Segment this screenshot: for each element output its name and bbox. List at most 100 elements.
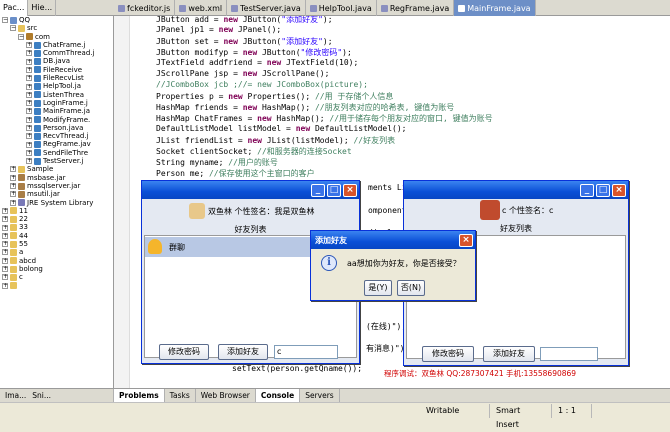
expand-toggle-icon[interactable]: + bbox=[26, 116, 32, 123]
expand-toggle-icon[interactable]: + bbox=[2, 266, 8, 273]
editor-tab[interactable]: MainFrame.java bbox=[454, 0, 536, 16]
tree-node[interactable]: + ModifyFrame. bbox=[0, 116, 113, 124]
tree-node[interactable]: − src bbox=[0, 24, 113, 32]
expand-toggle-icon[interactable]: + bbox=[26, 75, 32, 82]
add-friend-input[interactable] bbox=[540, 347, 598, 361]
expand-toggle-icon[interactable]: − bbox=[18, 33, 24, 40]
tree-node[interactable]: + Person.java bbox=[0, 124, 113, 132]
tree-node[interactable]: + FileRecvList bbox=[0, 74, 113, 82]
tree-node[interactable]: + ListenThrea bbox=[0, 91, 113, 99]
modify-password-button[interactable]: 修改密码 bbox=[422, 346, 474, 362]
close-button[interactable]: × bbox=[612, 183, 626, 197]
expand-toggle-icon[interactable]: + bbox=[2, 207, 8, 214]
tab-problems[interactable]: Problems bbox=[114, 389, 165, 402]
window-title-bar[interactable]: _ □ × bbox=[142, 181, 359, 199]
expand-toggle-icon[interactable]: + bbox=[2, 216, 8, 223]
expand-toggle-icon[interactable]: − bbox=[10, 25, 16, 32]
expand-toggle-icon[interactable]: + bbox=[26, 91, 32, 98]
expand-toggle-icon[interactable]: + bbox=[2, 274, 8, 281]
window-title-bar[interactable]: _ □ × bbox=[404, 181, 628, 199]
tab-tasks[interactable]: Tasks bbox=[165, 389, 196, 402]
tree-node[interactable]: + bolong bbox=[0, 265, 113, 273]
tab-servers[interactable]: Servers bbox=[300, 389, 340, 402]
minimize-button[interactable]: _ bbox=[311, 183, 325, 197]
tab-package-explorer[interactable]: Pac... bbox=[0, 0, 29, 16]
close-button[interactable]: × bbox=[459, 233, 473, 247]
expand-toggle-icon[interactable]: + bbox=[2, 282, 8, 289]
tree-node[interactable]: + mssqlserver.jar bbox=[0, 182, 113, 190]
tree-node[interactable]: +44 bbox=[0, 232, 113, 240]
tree-node[interactable]: + RecvThread.j bbox=[0, 132, 113, 140]
expand-toggle-icon[interactable]: + bbox=[2, 257, 8, 264]
expand-toggle-icon[interactable]: + bbox=[10, 191, 16, 198]
expand-toggle-icon[interactable]: + bbox=[26, 58, 32, 65]
editor-tab[interactable]: RegFrame.java bbox=[377, 0, 455, 16]
expand-toggle-icon[interactable]: − bbox=[2, 17, 8, 24]
editor-tab[interactable]: fckeditor.js bbox=[114, 0, 176, 16]
tree-node-label: RecvThread.j bbox=[43, 132, 89, 141]
tree-node[interactable]: + LoginFrame.j bbox=[0, 99, 113, 107]
tree-node[interactable]: + msutil.jar bbox=[0, 190, 113, 198]
editor-tab[interactable]: TestServer.java bbox=[227, 0, 306, 16]
maximize-button[interactable]: □ bbox=[596, 183, 610, 197]
expand-toggle-icon[interactable]: + bbox=[10, 166, 16, 173]
tree-node[interactable]: + TestServer.j bbox=[0, 157, 113, 165]
tree-node[interactable]: + CommThread.j bbox=[0, 49, 113, 57]
tree-node[interactable]: + Sample bbox=[0, 165, 113, 173]
tree-node[interactable]: + msbase.jar bbox=[0, 174, 113, 182]
tree-node[interactable]: − QQ bbox=[0, 16, 113, 24]
tree-node[interactable]: + c bbox=[0, 273, 113, 281]
expand-toggle-icon[interactable]: + bbox=[2, 241, 8, 248]
tab-image[interactable]: Ima... bbox=[5, 391, 26, 400]
tree-node[interactable]: + DB.java bbox=[0, 57, 113, 65]
tree-node[interactable]: +11 bbox=[0, 207, 113, 215]
close-button[interactable]: × bbox=[343, 183, 357, 197]
expand-toggle-icon[interactable]: + bbox=[2, 224, 8, 231]
tree-node[interactable]: + ChatFrame.j bbox=[0, 41, 113, 49]
expand-toggle-icon[interactable]: + bbox=[26, 42, 32, 49]
expand-toggle-icon[interactable]: + bbox=[26, 108, 32, 115]
tree-node[interactable]: +33 bbox=[0, 223, 113, 231]
tree-node[interactable]: + JRE System Library bbox=[0, 199, 113, 207]
maximize-button[interactable]: □ bbox=[327, 183, 341, 197]
tree-node[interactable]: +55 bbox=[0, 240, 113, 248]
tree-node[interactable]: + MainFrame.ja bbox=[0, 107, 113, 115]
expand-toggle-icon[interactable]: + bbox=[26, 100, 32, 107]
expand-toggle-icon[interactable]: + bbox=[2, 249, 8, 256]
add-friend-input[interactable]: c bbox=[274, 345, 338, 359]
tab-console[interactable]: Console bbox=[255, 389, 301, 402]
expand-toggle-icon[interactable]: + bbox=[10, 174, 16, 181]
no-button[interactable]: 否(N) bbox=[397, 280, 425, 296]
expand-toggle-icon[interactable]: + bbox=[26, 133, 32, 140]
dialog-title-bar[interactable]: 添加好友 × bbox=[311, 231, 475, 249]
expand-toggle-icon[interactable]: + bbox=[26, 83, 32, 90]
tree-node[interactable]: + FileReceive bbox=[0, 66, 113, 74]
tree-node[interactable]: +22 bbox=[0, 215, 113, 223]
expand-toggle-icon[interactable]: + bbox=[26, 125, 32, 131]
minimize-button[interactable]: _ bbox=[580, 183, 594, 197]
expand-toggle-icon[interactable]: + bbox=[26, 141, 32, 148]
tab-snippets[interactable]: Sni... bbox=[32, 391, 51, 400]
tab-hierarchy[interactable]: Hie... bbox=[28, 0, 57, 16]
tree-node[interactable]: + bbox=[0, 282, 113, 290]
expand-toggle-icon[interactable]: + bbox=[26, 149, 32, 156]
tree-node[interactable]: + SendFileThre bbox=[0, 149, 113, 157]
expand-toggle-icon[interactable]: + bbox=[2, 232, 8, 239]
tree-node[interactable]: + RegFrame.jav bbox=[0, 140, 113, 148]
tree-node[interactable]: + abcd bbox=[0, 257, 113, 265]
tab-web-browser[interactable]: Web Browser bbox=[196, 389, 256, 402]
modify-password-button[interactable]: 修改密码 bbox=[159, 344, 209, 360]
add-friend-button[interactable]: 添加好友 bbox=[483, 346, 535, 362]
tree-node[interactable]: − com bbox=[0, 33, 113, 41]
expand-toggle-icon[interactable]: + bbox=[26, 158, 32, 165]
expand-toggle-icon[interactable]: + bbox=[26, 50, 32, 57]
add-friend-button[interactable]: 添加好友 bbox=[218, 344, 268, 360]
tree-node[interactable]: + a bbox=[0, 248, 113, 256]
yes-button[interactable]: 是(Y) bbox=[364, 280, 392, 296]
expand-toggle-icon[interactable]: + bbox=[10, 199, 16, 206]
expand-toggle-icon[interactable]: + bbox=[10, 183, 16, 190]
expand-toggle-icon[interactable]: + bbox=[26, 66, 32, 73]
tree-node[interactable]: + HelpTool.ja bbox=[0, 82, 113, 90]
editor-tab[interactable]: web.xml bbox=[175, 0, 228, 16]
editor-tab[interactable]: HelpTool.java bbox=[306, 0, 377, 16]
